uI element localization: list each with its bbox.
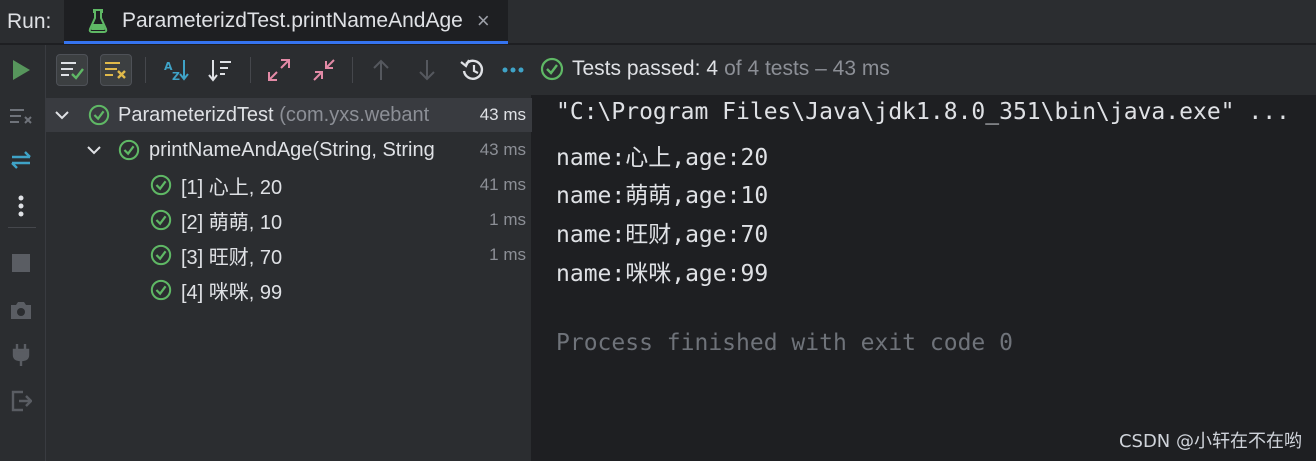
more-vertical-icon[interactable] [6,191,36,221]
tree-row-method[interactable]: printNameAndAge(String, String 43 ms [46,133,532,167]
check-circle-icon [150,279,172,301]
case-label: [1] 心上, 20 [181,176,283,199]
exit-icon[interactable] [6,386,36,416]
class-name: ParameterizdTest [118,103,274,126]
tree-row-case[interactable]: [4] 咪咪, 99 [46,273,532,307]
check-circle-icon [150,209,172,231]
test-status: Tests passed: 4 of 4 tests – 43 ms [540,57,890,81]
duration: 43 ms [479,105,526,124]
plug-icon[interactable] [6,340,36,370]
console-line: name:旺财,age:70 [556,222,769,248]
package-name: (com.yxs.webant [279,103,430,126]
duration: 41 ms [479,175,526,194]
stop-icon[interactable] [6,248,36,278]
history-icon[interactable] [457,54,489,86]
chevron-down-icon[interactable] [86,142,102,158]
console-line: name:心上,age:20 [556,145,769,171]
check-circle-icon [150,174,172,196]
case-label: [3] 旺财, 70 [181,246,283,269]
tree-row-case[interactable]: [3] 旺财, 70 1 ms [46,238,532,272]
left-toolbar [0,45,46,461]
duration: 1 ms [489,210,526,229]
method-name: printNameAndAge(String, String [149,138,435,161]
separator [145,57,146,83]
swap-icon[interactable] [6,145,36,175]
svg-text:Z: Z [172,70,180,82]
run-label: Run: [7,10,52,33]
watermark: CSDN @小轩在不在哟 [1118,431,1302,452]
divider [8,227,36,228]
case-label: [4] 咪咪, 99 [181,281,283,304]
check-circle-icon [118,139,140,161]
run-tool-window-header: Run: ParameterizdTest.printNameAndAge × [0,0,1316,44]
case-label: [2] 萌萌, 10 [181,211,283,234]
chevron-down-icon[interactable] [54,107,70,123]
console-line: "C:\Program Files\Java\jdk1.8.0_351\bin\… [556,99,1290,125]
tree-row-case[interactable]: [2] 萌萌, 10 1 ms [46,203,532,237]
duration: 43 ms [479,140,526,159]
sort-alpha-icon[interactable]: AZ [160,54,192,86]
next-failed-icon[interactable] [411,54,443,86]
tree-root-label: ParameterizdTest (com.yxs.webant [118,104,466,127]
console-line: name:萌萌,age:10 [556,183,769,209]
show-passed-icon[interactable] [56,54,88,86]
test-runner-toolbar: AZ Tests passed: 4 of 4 tests – 43 ms [46,45,1316,95]
console-output[interactable]: "C:\Program Files\Java\jdk1.8.0_351\bin\… [533,95,1316,461]
collapse-all-icon[interactable] [308,54,340,86]
separator [250,57,251,83]
close-icon[interactable]: × [477,9,490,32]
separator [352,57,353,83]
more-icon[interactable] [497,54,529,86]
test-tree: ParameterizdTest (com.yxs.webant 43 ms p… [46,95,532,461]
exit-code-line: Process finished with exit code 0 [556,330,1013,356]
check-circle-icon [150,244,172,266]
status-passed-count: 4 [706,57,719,80]
soft-wrap-icon[interactable] [6,101,36,131]
camera-icon[interactable] [6,295,36,325]
run-config-tab[interactable]: ParameterizdTest.printNameAndAge × [64,0,508,44]
sort-duration-icon[interactable] [204,54,236,86]
flask-icon [88,8,108,33]
duration: 1 ms [489,245,526,264]
status-summary: of 4 tests – 43 ms [724,57,890,80]
status-passed-label: Tests passed: [572,57,701,80]
show-ignored-icon[interactable] [100,54,132,86]
check-circle-icon [88,104,110,126]
console-line: name:咪咪,age:99 [556,261,769,287]
tree-row-root[interactable]: ParameterizdTest (com.yxs.webant 43 ms [46,98,532,132]
expand-all-icon[interactable] [263,54,295,86]
check-circle-icon [540,57,564,81]
prev-failed-icon[interactable] [365,54,397,86]
rerun-play-icon[interactable] [6,55,36,85]
tree-row-case[interactable]: [1] 心上, 20 41 ms [46,168,532,202]
tab-title: ParameterizdTest.printNameAndAge [122,8,463,32]
